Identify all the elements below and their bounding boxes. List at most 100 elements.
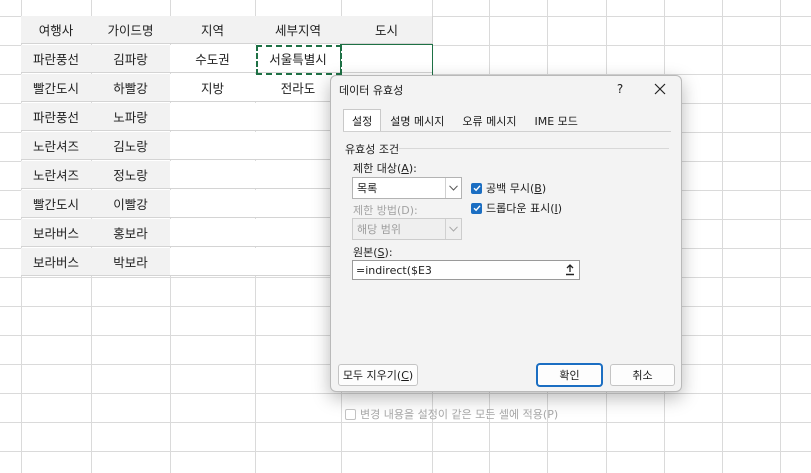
data-dropdown-button: [445, 219, 461, 239]
allow-label-prefix: 제한 대상(: [353, 162, 402, 175]
apply-to-all-checkbox: 변경 내용을 설정이 같은 모든 셀에 적용(P): [345, 406, 558, 422]
in-cell-dropdown-label: 드롭다운 표시(I): [486, 200, 562, 216]
dialog-titlebar[interactable]: 데이터 유효성 ?: [331, 76, 681, 102]
table-cell[interactable]: 빨간도시: [21, 190, 92, 218]
settings-panel: 유효성 조건 제한 대상(A): 목록 공백 무시(B) 드롭다운 표시(I) …: [343, 132, 671, 421]
checkmark-icon: [473, 205, 481, 212]
apply-to-all-box: [345, 408, 356, 420]
table-cell[interactable]: [170, 219, 256, 247]
allow-label-suffix: ):: [408, 162, 417, 175]
table-cell[interactable]: 보라버스: [21, 248, 92, 276]
collapse-dialog-button[interactable]: [563, 262, 577, 278]
ignore-blank-prefix: 공백 무시(: [486, 182, 535, 195]
gridline: [0, 451, 811, 452]
table-cell[interactable]: [170, 248, 256, 276]
table-cell[interactable]: 홍보라: [91, 219, 171, 247]
source-label-key: S: [377, 246, 385, 259]
clear-all-button[interactable]: 모두 지우기(C): [338, 364, 418, 386]
source-value: =indirect($E3: [356, 263, 432, 277]
dropdown-prefix: 드롭다운 표시(: [486, 202, 555, 215]
ignore-blank-key: B: [534, 182, 542, 195]
source-label-prefix: 원본(: [353, 246, 378, 259]
data-validation-dialog: 데이터 유효성 ? 설정 설명 메시지 오류 메시지 IME 모드 유효성 조건…: [330, 75, 682, 421]
table-cell[interactable]: [255, 219, 342, 247]
ignore-blank-label: 공백 무시(B): [486, 180, 546, 196]
table-cell[interactable]: 노란셔즈: [21, 161, 92, 189]
table-cell[interactable]: 노란셔즈: [21, 132, 92, 160]
dialog-tabs: 설정 설명 메시지 오류 메시지 IME 모드: [343, 109, 587, 131]
table-cell[interactable]: 정노랑: [91, 161, 171, 189]
gridline: [0, 393, 811, 394]
table-cell[interactable]: [170, 190, 256, 218]
table-cell[interactable]: [255, 103, 342, 131]
allow-label-key: A: [401, 162, 409, 175]
source-input[interactable]: =indirect($E3: [352, 260, 580, 280]
table-cell[interactable]: 빨간도시: [21, 74, 92, 102]
table-cell[interactable]: 하빨강: [91, 74, 171, 102]
section-divider: [399, 148, 669, 149]
tab-error-alert[interactable]: 오류 메시지: [453, 109, 525, 131]
tab-input-message[interactable]: 설명 메시지: [381, 109, 453, 131]
allow-label: 제한 대상(A):: [353, 160, 417, 176]
in-cell-dropdown-box: [471, 202, 482, 214]
table-cell[interactable]: [170, 161, 256, 189]
data-select: 해당 범위: [352, 218, 462, 240]
close-button[interactable]: [645, 77, 675, 101]
table-cell[interactable]: [170, 103, 256, 131]
cancel-button[interactable]: 취소: [610, 364, 675, 386]
clear-all-suffix: ): [408, 368, 414, 382]
ignore-blank-suffix: ): [541, 182, 547, 195]
ok-button[interactable]: 확인: [537, 364, 602, 386]
gridline: [0, 422, 811, 423]
allow-value: 목록: [357, 182, 378, 195]
table-cell[interactable]: [255, 132, 342, 160]
table-cell[interactable]: 김노랑: [91, 132, 171, 160]
collapse-dialog-icon: [566, 264, 574, 276]
table-cell[interactable]: [170, 132, 256, 160]
apply-to-all-label: 변경 내용을 설정이 같은 모든 셀에 적용(P): [360, 408, 559, 421]
data-value: 해당 범위: [357, 223, 401, 236]
dropdown-suffix: ): [557, 202, 563, 215]
table-cell[interactable]: 수도권: [170, 45, 256, 73]
table-cell[interactable]: [255, 161, 342, 189]
column-header-subregion[interactable]: 세부지역: [255, 16, 342, 44]
ignore-blank-box: [471, 182, 482, 194]
table-cell[interactable]: 이빨강: [91, 190, 171, 218]
table-cell[interactable]: [341, 45, 433, 73]
column-header-guide[interactable]: 가이드명: [91, 16, 171, 44]
help-button[interactable]: ?: [609, 78, 631, 100]
tab-ime-mode[interactable]: IME 모드: [525, 109, 586, 131]
in-cell-dropdown-checkbox[interactable]: 드롭다운 표시(I): [471, 200, 562, 216]
gridline: [722, 0, 723, 473]
dialog-title: 데이터 유효성: [339, 84, 404, 97]
checkmark-icon: [473, 185, 481, 192]
gridline: [780, 0, 781, 473]
clear-all-key: C: [401, 368, 409, 382]
allow-select[interactable]: 목록: [352, 177, 462, 199]
column-header-region[interactable]: 지역: [170, 16, 256, 44]
table-cell[interactable]: 파란풍선: [21, 103, 92, 131]
table-cell[interactable]: 전라도: [255, 74, 342, 102]
table-cell[interactable]: [255, 248, 342, 276]
chevron-down-icon: [449, 226, 458, 232]
allow-dropdown-button[interactable]: [445, 178, 461, 198]
table-cell[interactable]: 박보라: [91, 248, 171, 276]
source-label-suffix: ):: [384, 246, 393, 259]
source-label: 원본(S):: [353, 244, 393, 260]
clear-all-prefix: 모두 지우기(: [342, 369, 402, 382]
table-cell[interactable]: 노파랑: [91, 103, 171, 131]
section-title: 유효성 조건: [345, 143, 400, 156]
close-icon: [654, 83, 666, 95]
tab-settings[interactable]: 설정: [343, 109, 382, 131]
chevron-down-icon: [449, 185, 458, 191]
table-cell[interactable]: [255, 190, 342, 218]
table-cell[interactable]: 지방: [170, 74, 256, 102]
table-cell[interactable]: 파란풍선: [21, 45, 92, 73]
ignore-blank-checkbox[interactable]: 공백 무시(B): [471, 180, 546, 196]
table-cell[interactable]: 서울특별시: [255, 45, 342, 73]
table-cell[interactable]: 김파랑: [91, 45, 171, 73]
data-label: 제한 방법(D):: [353, 204, 418, 217]
column-header-city[interactable]: 도시: [341, 16, 433, 44]
table-cell[interactable]: 보라버스: [21, 219, 92, 247]
column-header-agency[interactable]: 여행사: [21, 16, 92, 44]
